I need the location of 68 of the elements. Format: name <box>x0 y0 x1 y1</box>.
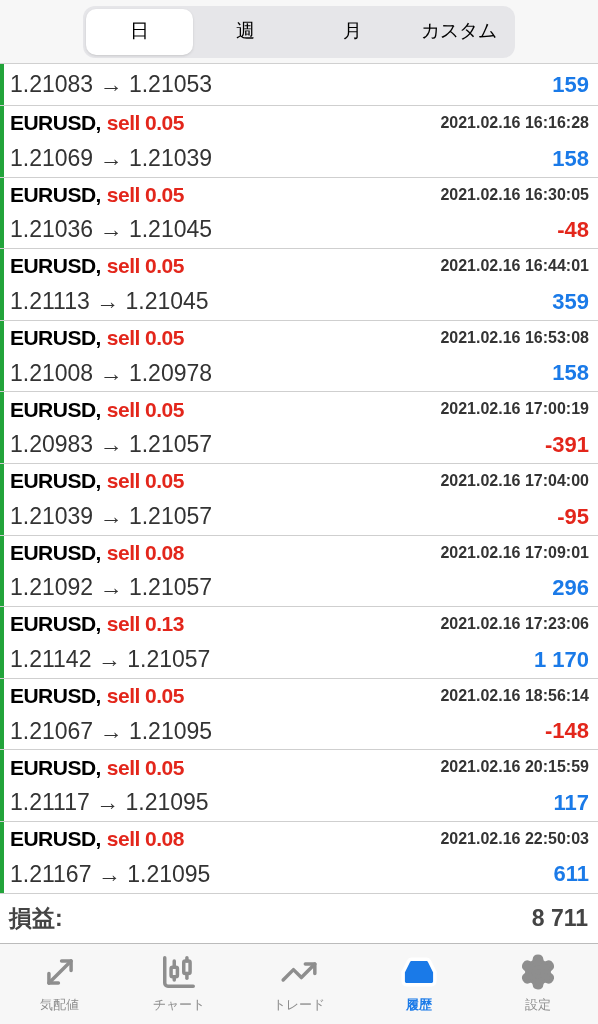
symbol-label: EURUSD, <box>10 325 101 352</box>
order-label: sell 0.08 <box>106 826 184 853</box>
bottom-tab[interactable]: 気配値 <box>0 943 120 1024</box>
symbol-label: EURUSD, <box>10 754 101 781</box>
profit-value: -95 <box>557 502 589 531</box>
profit-value: -148 <box>544 717 589 746</box>
order-label: sell 0.05 <box>106 468 184 495</box>
period-tab[interactable]: 月 <box>299 8 406 55</box>
price-range: 1.21067 → 1.21095 <box>10 716 213 746</box>
deal-time: 2021.02.16 17:23:06 <box>440 614 589 635</box>
profit-value: 117 <box>553 788 589 817</box>
bottom-tab[interactable]: チャート <box>119 943 240 1024</box>
profit-value: -48 <box>557 216 589 245</box>
bottom-tab[interactable]: 履歴 <box>358 943 479 1024</box>
symbol-label: EURUSD, <box>10 611 101 638</box>
deal-time: 2021.02.16 20:15:59 <box>440 757 589 778</box>
deal-time: 2021.02.16 16:16:28 <box>440 113 589 134</box>
symbol-label: EURUSD, <box>10 396 101 423</box>
profit-value: 158 <box>552 144 589 173</box>
summary-value: 8 711 <box>531 903 588 933</box>
price-range: 1.21036 → 1.21045 <box>10 215 213 245</box>
price-range: 1.21167 → 1.21095 <box>10 859 211 889</box>
deal-time: 2021.02.16 18:56:14 <box>440 685 589 706</box>
order-label: sell 0.05 <box>106 181 184 208</box>
order-label: sell 0.05 <box>106 325 184 352</box>
period-tab[interactable]: 週 <box>192 8 299 55</box>
order-label: sell 0.05 <box>106 110 184 137</box>
price-range: 1.21092 → 1.21057 <box>10 573 213 603</box>
profit-value: 1 170 <box>533 645 589 674</box>
deal-time: 2021.02.16 17:09:01 <box>440 542 589 563</box>
order-label: sell 0.08 <box>106 539 184 566</box>
period-tab[interactable]: 日 <box>86 8 193 55</box>
profit-value: 159 <box>552 71 589 99</box>
price-range: 1.21069 → 1.21039 <box>10 143 213 173</box>
deal-time: 2021.02.16 16:44:01 <box>440 256 589 277</box>
profit-value: 158 <box>552 359 589 388</box>
symbol-label: EURUSD, <box>10 683 101 710</box>
order-label: sell 0.05 <box>106 754 184 781</box>
order-label: sell 0.05 <box>106 396 184 423</box>
deal-time: 2021.02.16 17:00:19 <box>440 399 589 420</box>
symbol-label: EURUSD, <box>10 253 101 280</box>
price-range: 1.21083 → 1.21053 <box>10 70 213 100</box>
order-label: sell 0.05 <box>106 683 184 710</box>
bottom-tab[interactable]: 設定 <box>478 943 598 1024</box>
price-range: 1.21039 → 1.21057 <box>10 501 213 531</box>
price-range: 1.21117 → 1.21095 <box>10 788 209 818</box>
price-range: 1.20983 → 1.21057 <box>10 430 213 460</box>
order-label: sell 0.05 <box>106 253 184 280</box>
symbol-label: EURUSD, <box>10 181 101 208</box>
profit-value: -391 <box>544 430 589 459</box>
symbol-label: EURUSD, <box>10 468 101 495</box>
summary-label: 損益: <box>9 903 63 933</box>
deal-time: 2021.02.16 16:30:05 <box>440 184 589 205</box>
profit-value: 296 <box>552 574 589 603</box>
symbol-label: EURUSD, <box>10 110 101 137</box>
period-tab[interactable]: カスタム <box>405 8 512 55</box>
symbol-label: EURUSD, <box>10 539 101 566</box>
order-label: sell 0.13 <box>106 611 184 638</box>
profit-value: 359 <box>552 287 589 316</box>
bottom-tab[interactable]: トレード <box>239 943 359 1024</box>
price-range: 1.21142 → 1.21057 <box>10 644 211 674</box>
profit-value: 611 <box>553 860 589 889</box>
deal-time: 2021.02.16 17:04:00 <box>440 471 589 491</box>
price-range: 1.21008 → 1.20978 <box>10 358 213 388</box>
deal-time: 2021.02.16 22:50:03 <box>440 829 589 849</box>
price-range: 1.21113 → 1.21045 <box>10 287 209 316</box>
symbol-label: EURUSD, <box>10 826 101 853</box>
deal-time: 2021.02.16 16:53:08 <box>440 327 589 348</box>
